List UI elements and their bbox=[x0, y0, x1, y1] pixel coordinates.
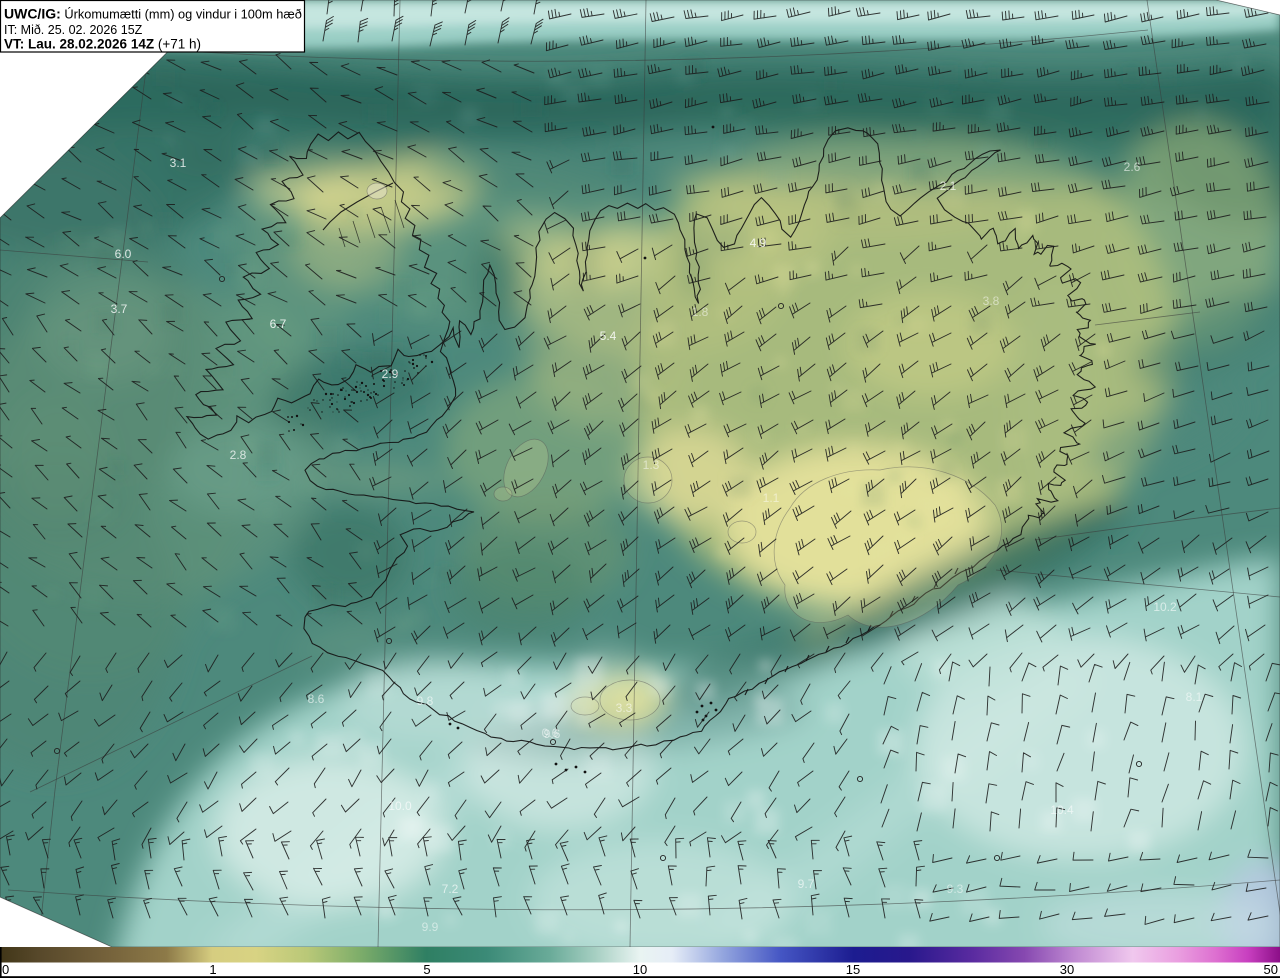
svg-text:10.4: 10.4 bbox=[1050, 803, 1074, 817]
svg-text:2.9: 2.9 bbox=[382, 367, 399, 381]
svg-text:10: 10 bbox=[633, 962, 647, 977]
svg-text:3.3: 3.3 bbox=[616, 701, 633, 715]
svg-text:15: 15 bbox=[846, 962, 860, 977]
svg-text:1.3: 1.3 bbox=[643, 458, 660, 472]
svg-text:9.8: 9.8 bbox=[417, 694, 434, 708]
svg-text:8.1: 8.1 bbox=[1186, 690, 1203, 704]
svg-text:7.2: 7.2 bbox=[442, 882, 459, 896]
svg-text:9.9: 9.9 bbox=[422, 920, 439, 934]
svg-text:50: 50 bbox=[1264, 962, 1278, 977]
svg-text:3.1: 3.1 bbox=[170, 156, 187, 170]
svg-text:9.3: 9.3 bbox=[947, 882, 964, 896]
svg-text:10.0: 10.0 bbox=[388, 799, 412, 813]
svg-text:IT: Mið. 25. 02. 2026 15Z: IT: Mið. 25. 02. 2026 15Z bbox=[4, 23, 143, 37]
svg-text:6.7: 6.7 bbox=[270, 317, 287, 331]
svg-text:6.0: 6.0 bbox=[115, 247, 132, 261]
svg-text:2.6: 2.6 bbox=[1124, 160, 1141, 174]
svg-text:9.7: 9.7 bbox=[798, 877, 815, 891]
svg-text:30: 30 bbox=[1060, 962, 1074, 977]
svg-text:1.8: 1.8 bbox=[692, 305, 709, 319]
svg-text:2.1: 2.1 bbox=[940, 179, 957, 193]
svg-text:3.7: 3.7 bbox=[111, 302, 128, 316]
svg-text:2.8: 2.8 bbox=[230, 448, 247, 462]
svg-text:UWC/IG: Úrkomumætti (mm) og vi: UWC/IG: Úrkomumætti (mm) og vindur i 100… bbox=[4, 6, 302, 22]
svg-text:VT: Lau. 28.02.2026 14Z (+71 h: VT: Lau. 28.02.2026 14Z (+71 h) bbox=[4, 37, 201, 52]
svg-text:3.8: 3.8 bbox=[983, 294, 1000, 308]
svg-text:0: 0 bbox=[2, 962, 9, 977]
svg-text:8.6: 8.6 bbox=[308, 692, 325, 706]
svg-text:5.4: 5.4 bbox=[600, 329, 617, 343]
svg-text:10.2: 10.2 bbox=[1153, 600, 1177, 614]
svg-text:1.1: 1.1 bbox=[763, 491, 780, 505]
svg-text:9.6: 9.6 bbox=[544, 727, 561, 741]
svg-text:1: 1 bbox=[209, 962, 216, 977]
svg-text:4.9: 4.9 bbox=[750, 236, 767, 250]
svg-text:5: 5 bbox=[423, 962, 430, 977]
